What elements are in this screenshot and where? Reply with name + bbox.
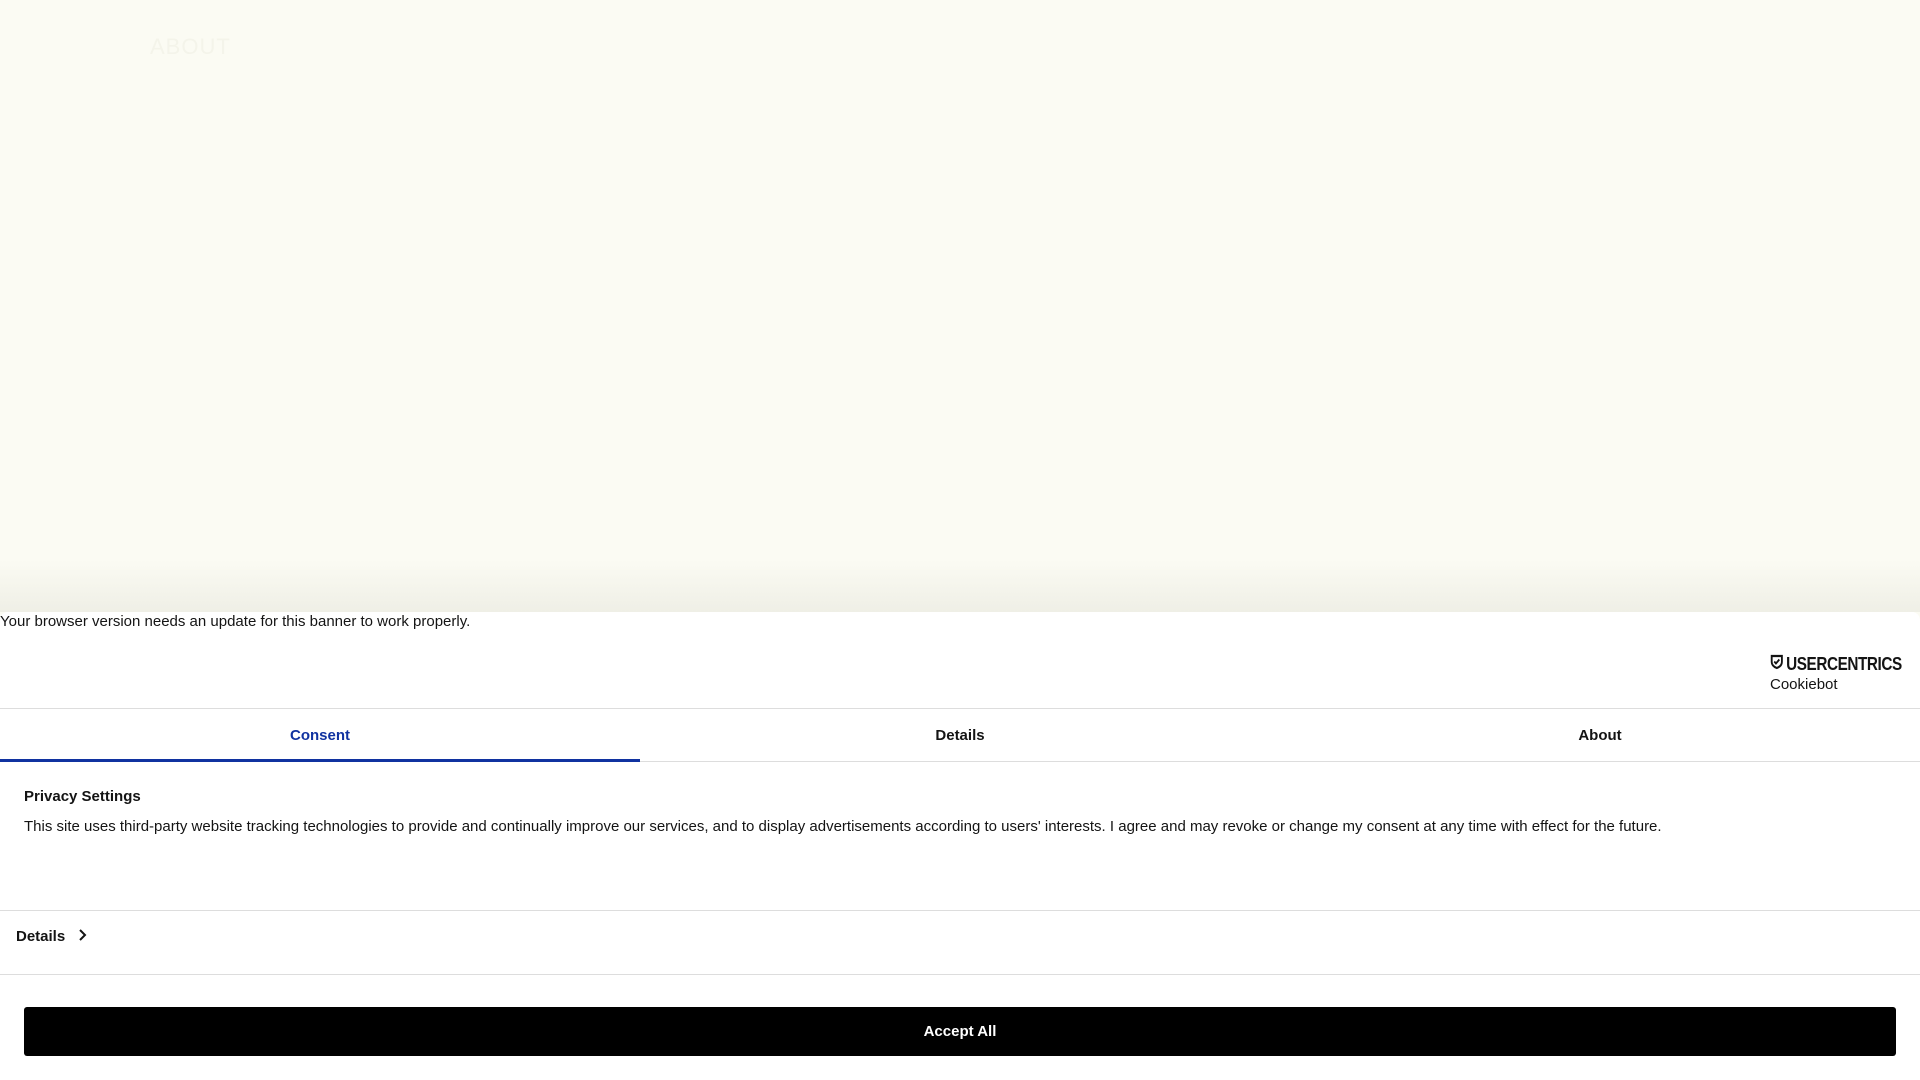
logo-brand: USERCENTRICS [1786,654,1902,674]
consent-tabs: Consent Details About [0,708,1920,762]
logo-product: Cookiebot [1770,676,1838,693]
cookie-consent-banner: Your browser version needs an update for… [0,612,1920,1080]
chevron-right-icon [77,928,87,945]
cookiebot-logo: USERCENTRICS Cookiebot [1770,654,1920,693]
tab-details[interactable]: Details [640,709,1280,761]
overlay-shadow [0,560,1920,612]
browser-warning: Your browser version needs an update for… [0,613,471,630]
background-nav-about: ABOUT [150,34,231,59]
details-label: Details [16,928,66,945]
divider [0,910,1920,911]
privacy-settings-heading: Privacy Settings [24,788,141,805]
shield-check-icon [1770,654,1784,675]
divider [0,974,1920,975]
tab-about[interactable]: About [1280,709,1920,761]
accept-all-button[interactable]: Accept All [24,1007,1896,1056]
privacy-description: This site uses third-party website track… [24,818,1662,835]
details-link[interactable]: Details [16,928,87,945]
tab-consent[interactable]: Consent [0,709,640,762]
